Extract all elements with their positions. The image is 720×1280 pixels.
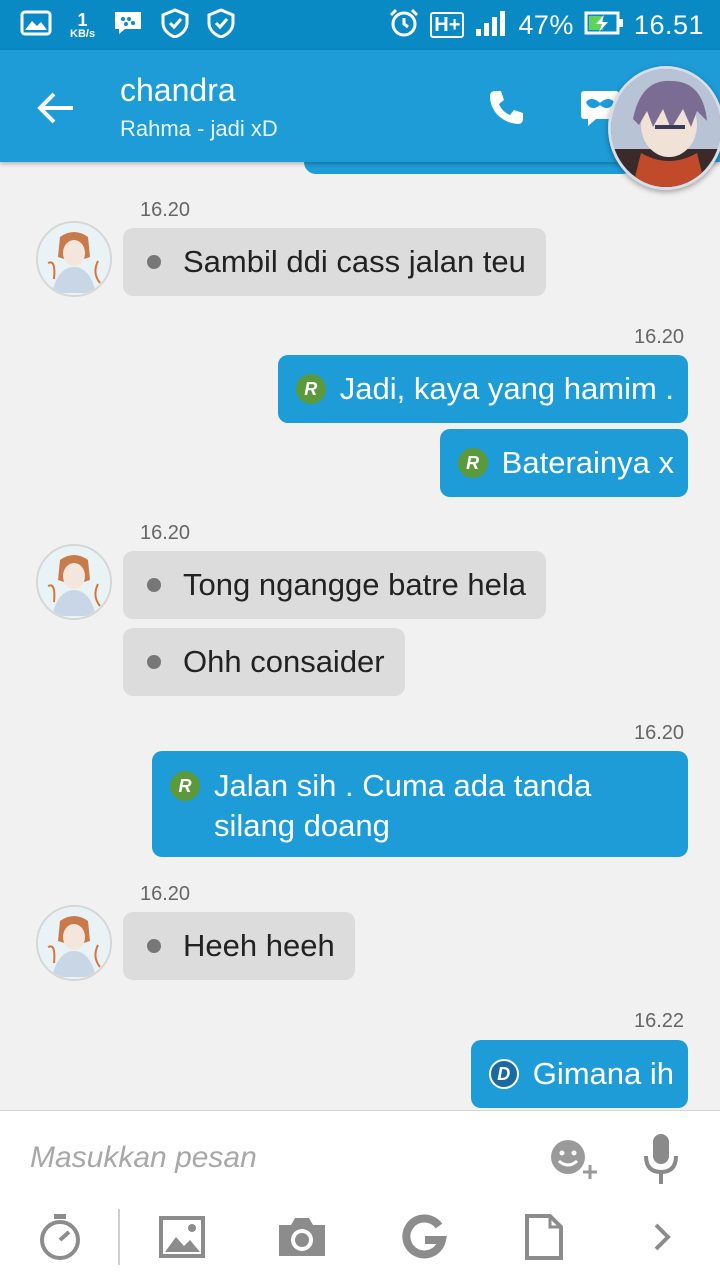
outgoing-message-bubble[interactable]: R Jalan sih . Cuma ada tanda silang doan…: [152, 751, 688, 857]
status-bar-left: 1 KB/s: [20, 8, 235, 42]
more-tools-button[interactable]: [632, 1207, 692, 1267]
attachment-toolbar: [0, 1201, 720, 1280]
gallery-icon: [159, 1216, 205, 1258]
battery-charging-icon: [584, 10, 624, 40]
voice-note-button[interactable]: [636, 1129, 686, 1189]
camera-button[interactable]: [272, 1207, 332, 1267]
message-text: Sambil ddi cass jalan teu: [183, 244, 526, 279]
net-speed-unit: KB/s: [70, 27, 96, 40]
bbm-icon: [113, 10, 143, 40]
message-composer: [0, 1110, 720, 1280]
message-time: 16.20: [634, 722, 685, 744]
message-time: 16.20: [140, 522, 191, 544]
image-icon: [20, 10, 52, 40]
message-time: 16.22: [634, 1010, 685, 1032]
network-type: H+: [430, 12, 465, 38]
google-search-button[interactable]: [394, 1207, 454, 1267]
message-text-line: silang doang: [214, 808, 390, 843]
message-text: Gimana ih: [532, 1056, 674, 1091]
message-status-dot: [147, 939, 161, 953]
outgoing-message-bubble[interactable]: R Jadi, kaya yang hamim .: [277, 355, 688, 423]
chevron-right-icon: [654, 1223, 671, 1251]
voice-call-button[interactable]: [478, 80, 534, 136]
message-status-dot: [147, 578, 161, 592]
message-time: 16.20: [140, 883, 191, 905]
net-speed-value: 1: [77, 9, 88, 30]
document-icon: [525, 1214, 563, 1260]
message-text: Tong ngangge batre hela: [183, 567, 527, 602]
gallery-button[interactable]: [152, 1207, 212, 1267]
contact-avatar[interactable]: [36, 544, 112, 620]
timer-icon: [40, 1214, 80, 1260]
outgoing-message-bubble[interactable]: D Gimana ih: [470, 1040, 688, 1108]
message-time: 16.20: [634, 326, 685, 348]
status-bar: 1 KB/s H+ 47% 16.51: [0, 0, 720, 50]
back-arrow-icon: [37, 92, 73, 124]
signal-icon: [474, 9, 508, 41]
message-text: Jalan sih . Cuma ada tanda silang doang: [214, 766, 591, 846]
emoji-add-icon: [551, 1140, 597, 1179]
battery-percent: 47%: [518, 9, 574, 40]
incoming-message-bubble[interactable]: Ohh consaider: [123, 628, 405, 696]
contact-avatar[interactable]: [36, 221, 112, 297]
contact-name[interactable]: chandra: [120, 72, 236, 109]
emoji-button[interactable]: [546, 1131, 606, 1187]
previous-message-bubble[interactable]: [304, 162, 634, 174]
delivered-badge: D: [488, 1059, 519, 1089]
read-receipt-badge: R: [170, 771, 200, 801]
timed-message-button[interactable]: [30, 1207, 90, 1267]
message-text: Jadi, kaya yang hamim .: [339, 371, 674, 406]
profile-avatar[interactable]: [608, 66, 720, 190]
message-text: Heeh heeh: [183, 928, 335, 963]
incoming-message-bubble[interactable]: Heeh heeh: [123, 912, 355, 980]
incoming-message-bubble[interactable]: Tong ngangge batre hela: [123, 551, 547, 619]
read-receipt-badge: R: [295, 374, 326, 404]
toolbar-divider: [118, 1209, 120, 1265]
incoming-message-bubble[interactable]: Sambil ddi cass jalan teu: [123, 228, 546, 296]
back-button[interactable]: [28, 80, 84, 136]
message-time: 16.20: [140, 199, 191, 221]
contact-avatar[interactable]: [36, 905, 112, 981]
message-status-dot: [147, 655, 161, 669]
net-speed: 1 KB/s: [70, 11, 95, 40]
mic-icon: [644, 1134, 678, 1184]
camera-icon: [279, 1218, 325, 1256]
status-bar-right: H+ 47% 16.51: [388, 8, 704, 42]
clock: 16.51: [633, 9, 704, 40]
google-icon: [402, 1214, 447, 1259]
contact-status: Rahma - jadi xD: [120, 116, 278, 141]
read-receipt-badge: R: [457, 448, 488, 478]
outgoing-message-bubble[interactable]: R Baterainya x: [439, 429, 688, 497]
message-text: Baterainya x: [501, 445, 674, 480]
alarm-icon: [388, 7, 420, 43]
shield-icon: [161, 8, 189, 42]
shield-icon: [207, 8, 235, 42]
file-attach-button[interactable]: [514, 1207, 574, 1267]
message-input[interactable]: [30, 1133, 520, 1183]
message-status-dot: [147, 255, 161, 269]
phone-icon: [490, 91, 523, 124]
message-text: Ohh consaider: [183, 644, 385, 679]
message-text-line: Jalan sih . Cuma ada tanda: [214, 768, 592, 803]
